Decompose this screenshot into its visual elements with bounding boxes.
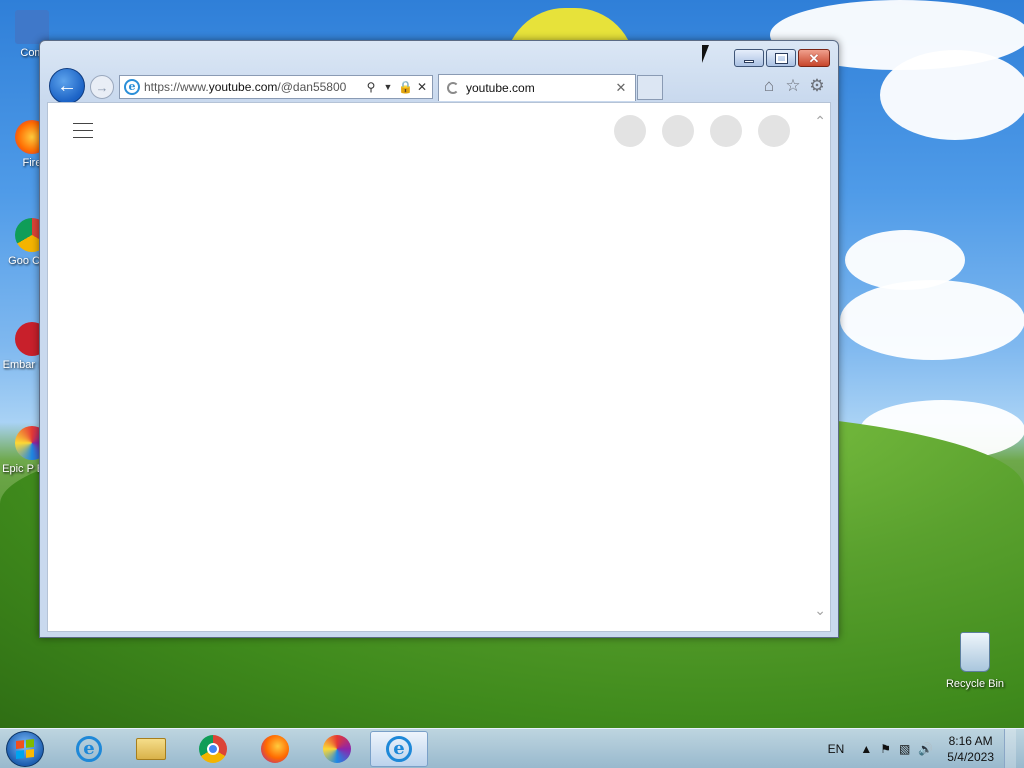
desktop-icon-recycle-bin[interactable]: Recycle Bin bbox=[942, 632, 1008, 690]
folder-icon bbox=[136, 738, 166, 760]
taskbar-epic-browser[interactable] bbox=[308, 731, 366, 767]
url-path: /@dan55800 bbox=[277, 80, 347, 94]
favorites-star-icon[interactable]: ☆ bbox=[784, 76, 802, 96]
show-hidden-icons-chevron-icon[interactable]: ▲ bbox=[860, 742, 872, 756]
firefox-icon bbox=[261, 735, 289, 763]
clock-time: 8:16 AM bbox=[948, 734, 993, 748]
dropdown-arrow-icon[interactable]: ▼ bbox=[381, 82, 395, 92]
browser-toolbar: ⌂ ☆ ⚙ bbox=[760, 76, 826, 96]
minimize-button[interactable] bbox=[734, 49, 764, 67]
wallpaper-cloud bbox=[880, 50, 1024, 140]
mouse-cursor-icon bbox=[702, 45, 709, 63]
close-button[interactable]: ✕ bbox=[798, 49, 830, 67]
page-content: ⌃ ⌄ bbox=[47, 102, 831, 632]
network-icon[interactable]: ▧ bbox=[899, 742, 910, 756]
epic-browser-icon bbox=[323, 735, 351, 763]
ie-window: ✕ ← → e https://www.youtube.com/@dan5580… bbox=[39, 40, 839, 638]
lock-icon[interactable]: 🔒 bbox=[398, 80, 413, 94]
loading-placeholder bbox=[614, 115, 646, 147]
minimize-icon bbox=[744, 59, 754, 63]
new-tab-button[interactable] bbox=[637, 75, 663, 100]
back-button[interactable]: ← bbox=[49, 68, 85, 104]
clock-date: 5/4/2023 bbox=[947, 750, 994, 764]
chrome-icon bbox=[199, 735, 227, 763]
arrow-left-icon: ← bbox=[57, 74, 77, 97]
tab-youtube[interactable]: youtube.com ✕ bbox=[438, 74, 636, 101]
taskbar-file-explorer[interactable] bbox=[122, 731, 180, 767]
window-controls: ✕ bbox=[734, 49, 830, 67]
url-host: youtube.com bbox=[208, 80, 278, 94]
internet-explorer-icon: e bbox=[386, 736, 412, 762]
taskbar-chrome[interactable] bbox=[184, 731, 242, 767]
loading-placeholder bbox=[758, 115, 790, 147]
maximize-icon bbox=[774, 52, 788, 64]
maximize-button[interactable] bbox=[766, 49, 796, 67]
home-icon[interactable]: ⌂ bbox=[760, 76, 778, 96]
loading-placeholder bbox=[662, 115, 694, 147]
taskbar-internet-explorer-active[interactable]: e bbox=[370, 731, 428, 767]
volume-icon[interactable]: 🔊 bbox=[918, 742, 933, 756]
search-icon[interactable]: ⚲ bbox=[364, 80, 378, 94]
tab-close-icon[interactable]: ✕ bbox=[613, 80, 629, 96]
taskbar: e e EN ▲ ⚑ ▧ 🔊 8:16 AM 5/4/2023 bbox=[0, 728, 1024, 768]
address-bar[interactable]: e https://www.youtube.com/@dan55800 ⚲ ▼ … bbox=[119, 75, 433, 99]
start-button[interactable] bbox=[6, 731, 44, 767]
language-indicator[interactable]: EN bbox=[828, 742, 845, 756]
system-tray: EN ▲ ⚑ ▧ 🔊 8:16 AM 5/4/2023 bbox=[828, 729, 1016, 768]
arrow-right-icon: → bbox=[95, 79, 109, 95]
header-placeholders bbox=[614, 115, 790, 147]
windows-logo-icon bbox=[16, 739, 34, 759]
loading-placeholder bbox=[710, 115, 742, 147]
stop-icon[interactable]: ✕ bbox=[415, 80, 429, 94]
show-desktop-button[interactable] bbox=[1004, 729, 1016, 768]
scroll-up-icon[interactable]: ⌃ bbox=[814, 113, 826, 130]
scroll-down-icon[interactable]: ⌄ bbox=[814, 602, 826, 619]
url-prefix: https://www. bbox=[144, 80, 209, 94]
loading-spinner-icon bbox=[447, 82, 459, 94]
tab-label: youtube.com bbox=[466, 81, 535, 95]
taskbar-firefox[interactable] bbox=[246, 731, 304, 767]
hamburger-menu-icon[interactable] bbox=[73, 123, 93, 144]
forward-button[interactable]: → bbox=[90, 75, 114, 99]
clock[interactable]: 8:16 AM 5/4/2023 bbox=[947, 733, 994, 765]
ie-site-icon: e bbox=[124, 79, 140, 95]
address-url[interactable]: https://www.youtube.com/@dan55800 bbox=[144, 80, 364, 94]
recycle-bin-label: Recycle Bin bbox=[945, 678, 1005, 690]
close-icon: ✕ bbox=[808, 50, 820, 66]
taskbar-internet-explorer[interactable]: e bbox=[60, 731, 118, 767]
settings-gear-icon[interactable]: ⚙ bbox=[808, 76, 826, 96]
action-center-flag-icon[interactable]: ⚑ bbox=[880, 742, 891, 756]
wallpaper-cloud bbox=[840, 280, 1024, 360]
computer-icon bbox=[15, 10, 49, 44]
internet-explorer-icon: e bbox=[76, 736, 102, 762]
recycle-bin-icon bbox=[960, 632, 990, 672]
